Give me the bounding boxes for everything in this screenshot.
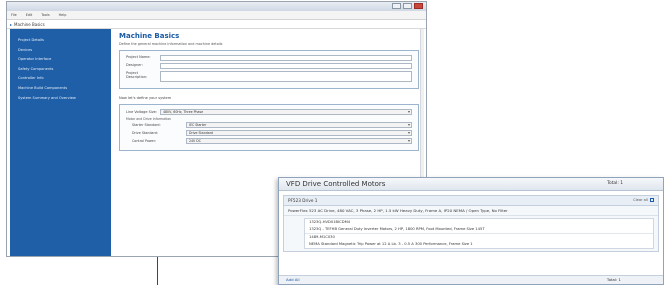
sidebar-item-project-details[interactable]: Project Details [10,37,111,44]
drive-group: PF523 Drive 1 Clear all PowerFlex 523 AC… [283,195,659,252]
list-item: NEMA Standard Magnetic Trip Power at 12 … [309,242,473,246]
motor-caption: Motor and Drive Information [126,117,172,121]
checkbox-icon[interactable] [650,198,654,202]
motor-sub-list: 1323Q-HVD01BICDM4 1323Q - TEFHB General … [304,218,654,249]
panel-title: VFD Drive Controlled Motors [286,180,386,188]
page-description: Define the general machine information a… [119,42,223,46]
drive-description: PowerFlex 523 AC Drive, 480 VAC, 3 Phase… [284,206,658,216]
sidebar: Project Details Devices Operator Interfa… [10,29,111,256]
project-name-label: Project Name: [126,55,151,59]
clear-all-label: Clear all [633,198,648,202]
project-info-panel: Project Name: Designer: Project Descript… [119,50,419,89]
list-item[interactable]: 1323Q-HVD01BICDM4 [305,219,653,226]
footer-total: Total: 1 [606,277,621,282]
drive-group-label: PF523 Drive 1 [288,198,318,203]
line-voltage-select[interactable]: 480V, 60Hz, Three Phase [160,109,412,115]
clear-all-control[interactable]: Clear all [633,198,654,202]
sidebar-item-machine-build[interactable]: Machine Build Components [10,85,111,92]
menu-file[interactable]: File [11,13,17,17]
window-title-bar [7,2,426,11]
project-description-label: Project Description: [126,71,148,80]
panel-footer: Add All Total: 1 [279,275,663,284]
minimize-icon[interactable] [392,3,401,9]
breadcrumb-label[interactable]: Machine Basics [14,22,45,27]
menu-tools[interactable]: Tools [41,13,49,17]
designer-input[interactable] [160,63,412,69]
main-content: Machine Basics Define the general machin… [119,32,419,151]
sidebar-item-operator-interface[interactable]: Operator Interface [10,56,111,63]
starter-standard-label: Starter Standard: [132,123,161,127]
control-power-select[interactable]: 24V DC [186,138,412,144]
starter-standard-select[interactable]: IEC Starter [186,122,412,128]
sidebar-item-safety-components[interactable]: Safety Components [10,66,111,73]
close-icon[interactable] [414,3,423,9]
line-voltage-label: Line Voltage Size: [126,109,158,114]
breadcrumb: ▸ Machine Basics [7,20,426,29]
sidebar-item-controller-info[interactable]: Controller Info [10,75,111,82]
drive-standard-select[interactable]: Drive Standard [186,130,412,136]
panel-header: VFD Drive Controlled Motors Total: 1 [279,178,663,191]
sidebar-item-system-summary[interactable]: System Summary and Overview [10,95,111,102]
control-power-label: Control Power: [132,139,156,143]
total-count: Total: 1 [607,181,623,186]
maximize-icon[interactable] [403,3,412,9]
project-name-input[interactable] [160,55,412,61]
drive-standard-label: Drive Standard: [132,131,158,135]
page-title: Machine Basics [119,32,180,40]
sidebar-item-devices[interactable]: Devices [10,47,111,54]
system-heading: Now let's define your system [119,96,172,100]
vfd-motors-panel: VFD Drive Controlled Motors Total: 1 PF5… [278,177,664,285]
designer-label: Designer: [126,63,143,67]
window-controls [392,3,423,9]
menu-bar: File Edit Tools Help [7,11,426,20]
menu-edit[interactable]: Edit [26,13,33,17]
chevron-right-icon: ▸ [10,21,13,27]
add-all-link[interactable]: Add All [286,277,300,282]
list-item[interactable]: 1489-M1C030 [305,234,653,241]
system-panel: Line Voltage Size: 480V, 60Hz, Three Pha… [119,104,419,151]
list-item: 1323Q - TEFHB General Duty Inverter Moto… [305,226,653,234]
connector-line [157,257,158,285]
menu-help[interactable]: Help [59,13,67,17]
drive-group-header[interactable]: PF523 Drive 1 Clear all [284,196,658,206]
project-description-input[interactable] [160,71,412,82]
